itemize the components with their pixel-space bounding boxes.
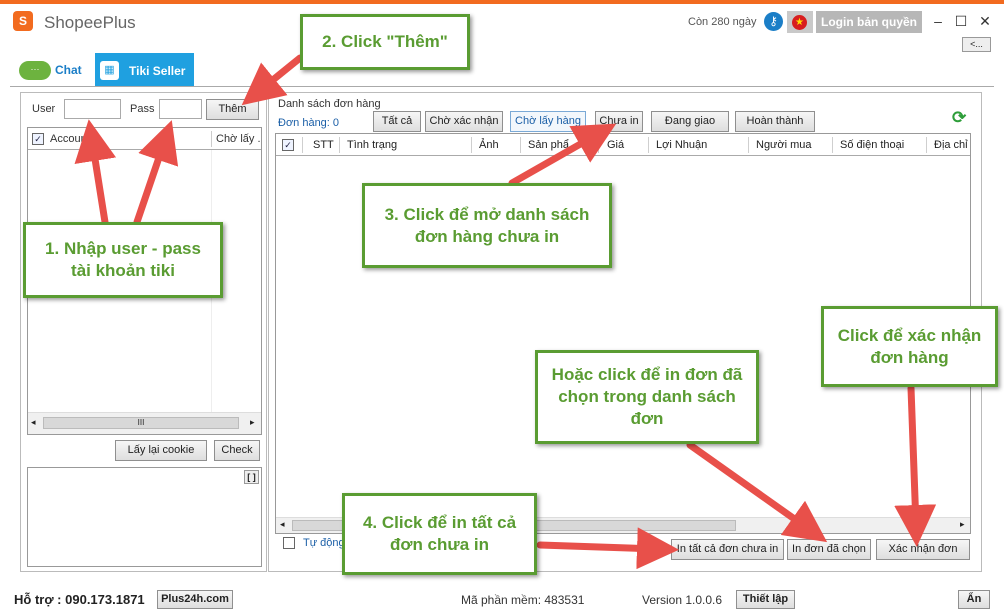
annotation-print-selected: Hoặc click để in đơn đã chọn trong danh … (535, 350, 759, 444)
arrow-to-print-selected (686, 441, 828, 543)
annotation-confirm: Click để xác nhận đơn hàng (821, 306, 998, 387)
arrow-to-pass-input (133, 120, 179, 226)
arrow-to-not-printed-filter (508, 123, 617, 187)
arrow-to-user-input (74, 119, 117, 226)
annotation-step4: 4. Click để in tất cả đơn chưa in (342, 493, 537, 575)
annotation-step2: 2. Click "Thêm" (300, 14, 470, 70)
arrow-to-confirm (894, 384, 937, 547)
annotation-step3: 3. Click để mở danh sách đơn hàng chưa i… (362, 183, 612, 268)
arrow-to-print-all (536, 527, 679, 570)
arrow-to-add-button (241, 54, 304, 106)
annotation-step1: 1. Nhập user - pass tài khoản tiki (23, 222, 223, 298)
